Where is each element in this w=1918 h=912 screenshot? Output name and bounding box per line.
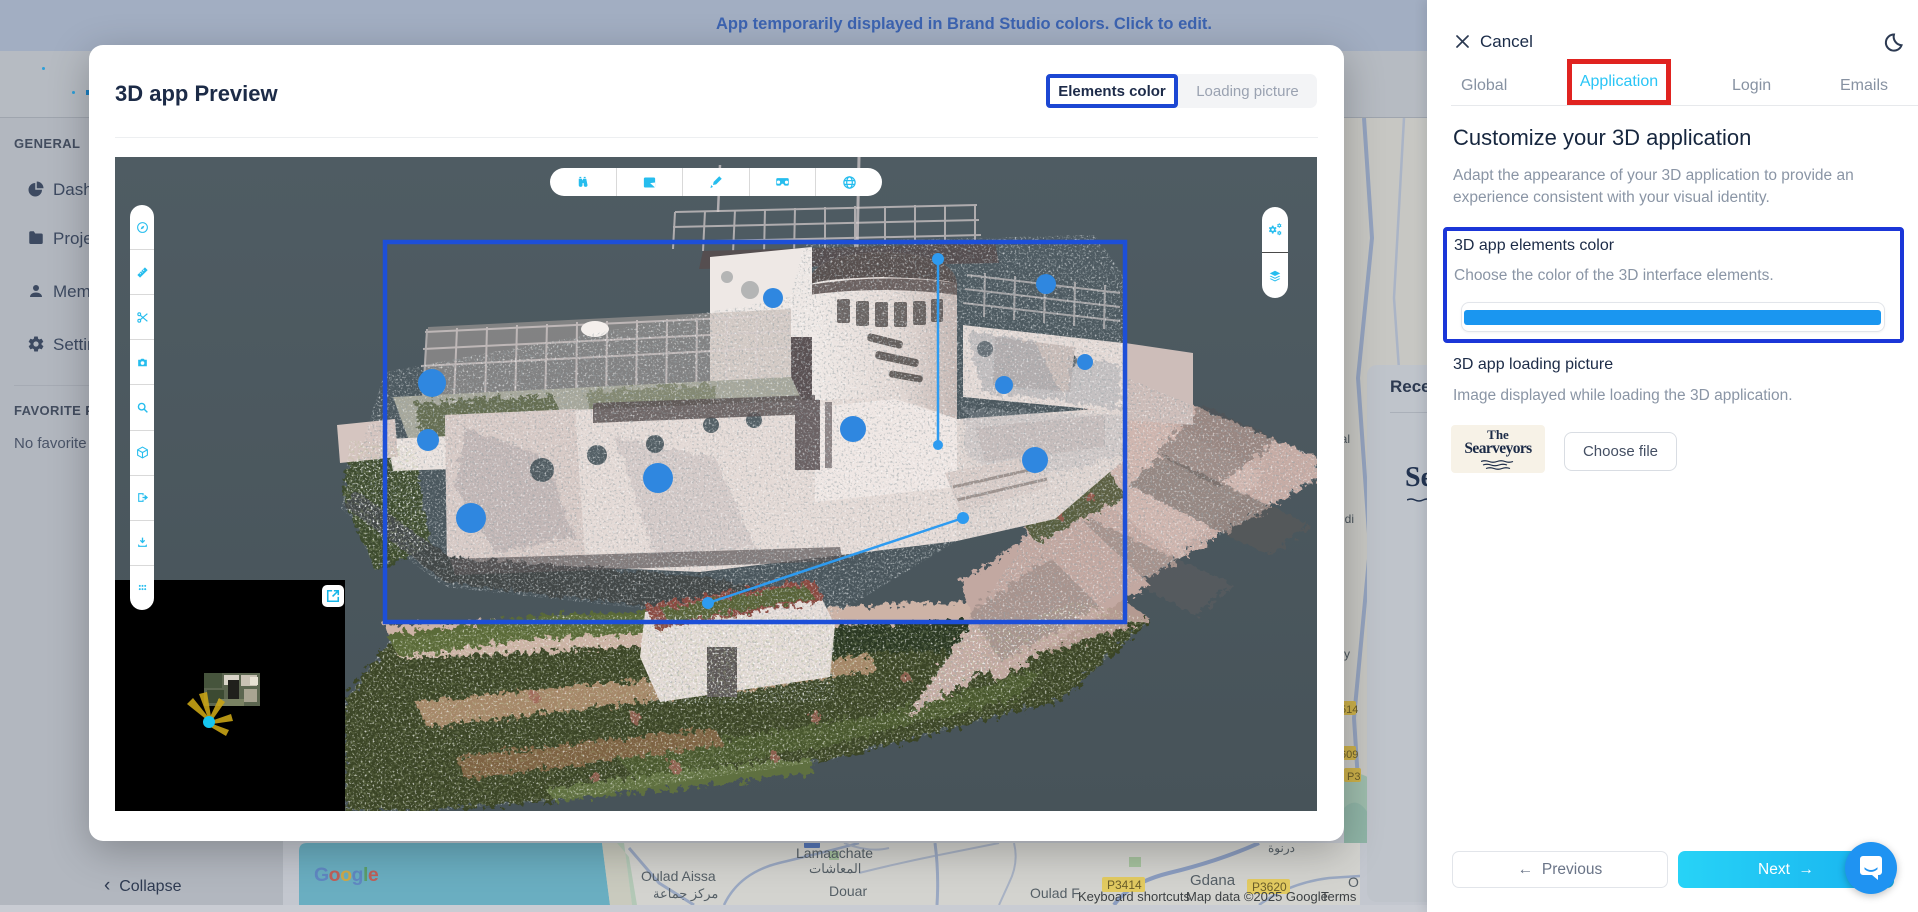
svg-text:المعاشات: المعاشات <box>809 861 861 876</box>
svg-text:Map data ©2025 Google: Map data ©2025 Google <box>1186 889 1328 904</box>
svg-text:609: 609 <box>1344 749 1358 761</box>
svg-text:Keyboard shortcuts: Keyboard shortcuts <box>1078 889 1191 904</box>
svg-text:Douar: Douar <box>829 883 867 899</box>
svg-text:Terms: Terms <box>1321 889 1357 904</box>
svg-text:Gdana: Gdana <box>1190 872 1236 889</box>
svg-text:ual: ual <box>1344 432 1350 446</box>
svg-text:Oulad F: Oulad F <box>1030 885 1080 901</box>
svg-text:Lamaachate: Lamaachate <box>796 845 873 861</box>
svg-text:514: 514 <box>1344 704 1358 716</box>
svg-text:مركز جماعة: مركز جماعة <box>653 886 718 902</box>
svg-text:O: O <box>1348 874 1359 890</box>
svg-text:my: my <box>1344 647 1350 661</box>
svg-text:Google: Google <box>314 864 379 886</box>
svg-text:Sidi: Sidi <box>1344 512 1354 526</box>
svg-text:درنوة: درنوة <box>1268 843 1295 855</box>
svg-text:Oulad Aissa: Oulad Aissa <box>641 868 716 884</box>
svg-text:P3: P3 <box>1347 771 1360 783</box>
